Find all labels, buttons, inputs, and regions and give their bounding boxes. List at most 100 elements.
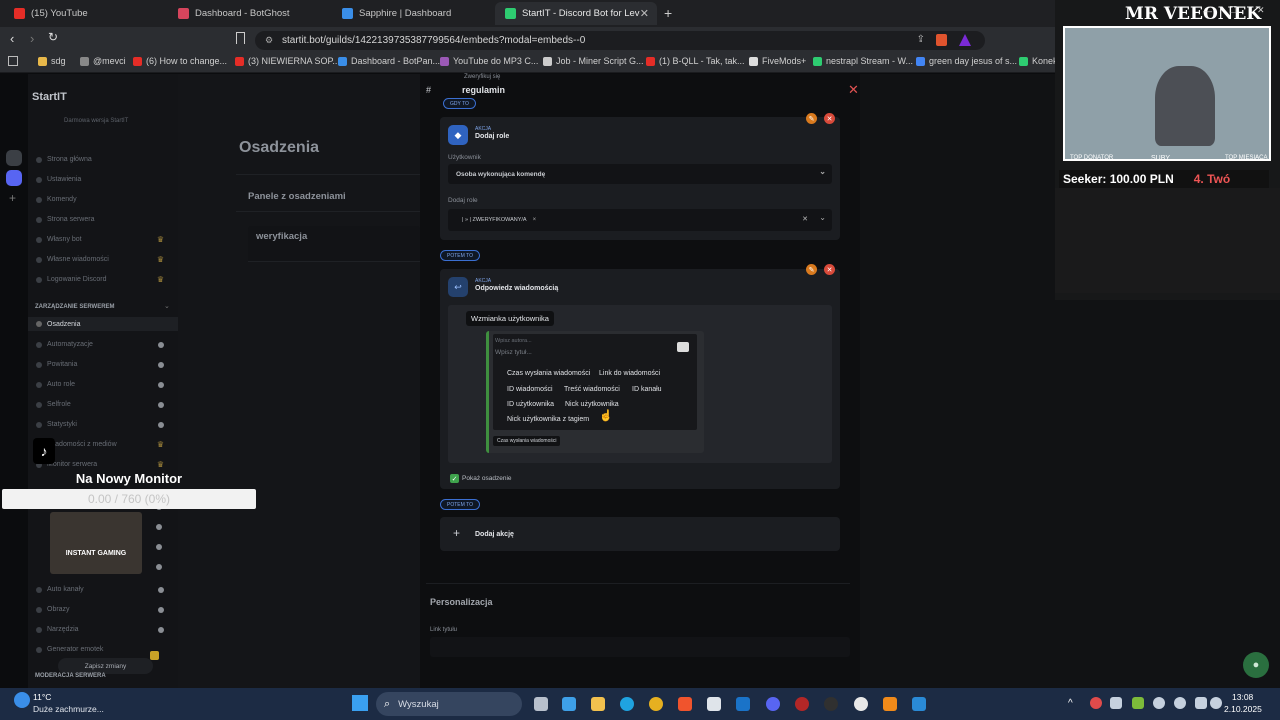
- close-modal-icon[interactable]: ✕: [848, 82, 859, 98]
- reload-icon[interactable]: ↻: [48, 30, 58, 44]
- sidebar-item-embeds[interactable]: Osadzenia: [28, 317, 178, 331]
- bookmark-item[interactable]: @mevci: [80, 56, 126, 66]
- bookmark-item[interactable]: Dashboard - BotPan...: [338, 56, 440, 66]
- sidebar-item-server-page[interactable]: Strona serwera: [36, 216, 170, 223]
- sidebar-item-welcomes[interactable]: Powitania: [36, 361, 170, 368]
- tray-chevron-icon[interactable]: ^: [1068, 698, 1073, 709]
- chrome-icon[interactable]: [649, 697, 663, 711]
- footer-chip[interactable]: Czas wysłania wiadomości: [493, 436, 561, 446]
- show-embed-checkbox[interactable]: ✓: [450, 474, 459, 483]
- sidebar-item-custom-messages[interactable]: Własne wiadomości ♛: [36, 255, 170, 264]
- vlc-icon[interactable]: [883, 697, 897, 711]
- notepad-icon[interactable]: [912, 697, 926, 711]
- server-icon[interactable]: [6, 150, 22, 166]
- obs-icon[interactable]: [824, 697, 838, 711]
- forward-icon[interactable]: ›: [30, 31, 34, 46]
- bookmark-item[interactable]: Job - Miner Script G...: [543, 56, 644, 66]
- tray-icon[interactable]: [1110, 697, 1122, 709]
- bookmark-item[interactable]: FiveMods+: [749, 56, 806, 66]
- volume-icon[interactable]: [1210, 697, 1222, 709]
- sidebar-item-commands[interactable]: Komendy: [36, 196, 170, 203]
- delete-action-icon[interactable]: ✕: [824, 264, 835, 275]
- display-icon[interactable]: [1195, 697, 1207, 709]
- role-select[interactable]: | » | ZWERYFIKOWANY/A × ✕ ⌄: [448, 209, 832, 231]
- bookmark-item[interactable]: sdg: [38, 56, 66, 66]
- store-icon[interactable]: [707, 697, 721, 711]
- bookmark-item[interactable]: green day jesus of s...: [916, 56, 1017, 66]
- sidebar-item-media[interactable]: Wiadomości z mediów ♛: [36, 440, 170, 449]
- var-message-link[interactable]: Link do wiadomości: [599, 370, 660, 377]
- minimize-icon[interactable]: —: [1203, 6, 1212, 16]
- app-icon[interactable]: [795, 697, 809, 711]
- bookmark-item[interactable]: (1) B-QLL - Tak, tak...: [646, 56, 745, 66]
- brave-icon[interactable]: [678, 697, 692, 711]
- bookmark-icon[interactable]: [236, 32, 245, 44]
- image-icon[interactable]: [677, 342, 689, 352]
- var-user-nick[interactable]: Nick użytkownika: [565, 401, 619, 408]
- sidebar-item-tools[interactable]: Narzędzia: [36, 626, 170, 633]
- sidebar-item-monitor[interactable]: Monitor serwera ♛: [36, 460, 170, 469]
- bookmark-item[interactable]: (6) How to change...: [133, 56, 227, 66]
- bookmark-item[interactable]: (3) NIEWIERNA SOP...: [235, 56, 340, 66]
- sidebar-item-custom-bot[interactable]: Własny bot ♛: [36, 235, 170, 244]
- back-icon[interactable]: ‹: [10, 31, 14, 46]
- sidebar-item-selfrole[interactable]: Selfrole: [36, 401, 170, 408]
- bookmark-item[interactable]: nestrapl Stream - W...: [813, 56, 913, 66]
- brave-shield-icon[interactable]: [936, 34, 947, 46]
- windows-start-icon[interactable]: [352, 695, 368, 711]
- sidebar-item-auto-channels[interactable]: Auto kanały: [36, 586, 170, 593]
- network-icon[interactable]: [1153, 697, 1165, 709]
- sidebar-item-automations[interactable]: Automatyzacje: [36, 341, 170, 348]
- edge-icon[interactable]: [620, 697, 634, 711]
- url-bar[interactable]: ⚙ startit.bot/guilds/1422139735387799564…: [255, 31, 985, 50]
- var-channel-id[interactable]: ID kanału: [632, 386, 662, 393]
- site-info-icon[interactable]: ⚙: [265, 35, 273, 46]
- nvidia-icon[interactable]: [1132, 697, 1144, 709]
- bookmark-item[interactable]: Konek: [1019, 56, 1058, 66]
- var-user-id[interactable]: ID użytkownika: [507, 401, 554, 408]
- add-action-button[interactable]: + Dodaj akcję: [440, 517, 840, 551]
- new-tab-icon[interactable]: +: [664, 5, 672, 21]
- edit-action-icon[interactable]: ✎: [806, 113, 817, 124]
- discord-icon[interactable]: [6, 170, 22, 186]
- share-icon[interactable]: ⇪: [917, 34, 925, 45]
- brave-rewards-icon[interactable]: [959, 34, 971, 46]
- var-message-id[interactable]: ID wiadomości: [507, 386, 553, 393]
- sidebar-item-home[interactable]: Strona główna: [36, 156, 170, 163]
- var-user-nick-tag[interactable]: Nick użytkownika z tagiem: [507, 416, 589, 423]
- apps-icon[interactable]: [8, 56, 18, 66]
- sidebar-item-settings[interactable]: Ustawienia: [36, 176, 170, 183]
- delete-action-icon[interactable]: ✕: [824, 113, 835, 124]
- user-select[interactable]: Osoba wykonująca komendę ⌄: [448, 164, 832, 184]
- sidebar-item-discord-login[interactable]: Logowanie Discord ♛: [36, 275, 170, 284]
- app-icon[interactable]: [854, 697, 868, 711]
- close-tab-icon[interactable]: ✕: [640, 7, 649, 20]
- file-explorer-icon[interactable]: [591, 697, 605, 711]
- sidebar-item-auto-roles[interactable]: Auto role: [36, 381, 170, 388]
- discord-taskbar-icon[interactable]: [766, 697, 780, 711]
- chevron-down-icon[interactable]: ⌄: [164, 302, 170, 310]
- tab-botghost[interactable]: Dashboard - BotGhost: [168, 2, 330, 25]
- var-send-time[interactable]: Czas wysłania wiadomości: [507, 370, 590, 377]
- save-changes-button[interactable]: Zapisz zmiany: [58, 658, 153, 674]
- outlook-icon[interactable]: [736, 697, 750, 711]
- close-window-icon[interactable]: ✕: [1257, 5, 1265, 16]
- title-input[interactable]: Wpisz tytuł...: [495, 349, 532, 356]
- tab-startit[interactable]: StartIT - Discord Bot for Leveling✕: [495, 2, 657, 25]
- clear-icon[interactable]: ✕: [802, 215, 808, 223]
- tab-youtube[interactable]: (15) YouTube: [4, 2, 169, 25]
- chat-icon[interactable]: ●: [1243, 652, 1269, 678]
- tray-icon[interactable]: [1090, 697, 1102, 709]
- bookmark-item[interactable]: YouTube do MP3 C...: [440, 56, 538, 66]
- panel-item-weryfikacja[interactable]: weryfikacja: [248, 226, 420, 262]
- var-message-content[interactable]: Treść wiadomości: [564, 386, 620, 393]
- search-input[interactable]: ⌕ Wyszukaj: [376, 692, 522, 716]
- tab-sapphire[interactable]: Sapphire | Dashboard: [332, 2, 494, 25]
- weather-icon[interactable]: [14, 692, 30, 708]
- mic-icon[interactable]: [1174, 697, 1186, 709]
- remove-role-icon[interactable]: ×: [533, 217, 537, 223]
- copilot-icon[interactable]: [562, 697, 576, 711]
- author-input[interactable]: Wpisz autora...: [495, 338, 532, 344]
- sidebar-item-images[interactable]: Obrazy: [36, 606, 170, 613]
- edit-action-icon[interactable]: ✎: [806, 264, 817, 275]
